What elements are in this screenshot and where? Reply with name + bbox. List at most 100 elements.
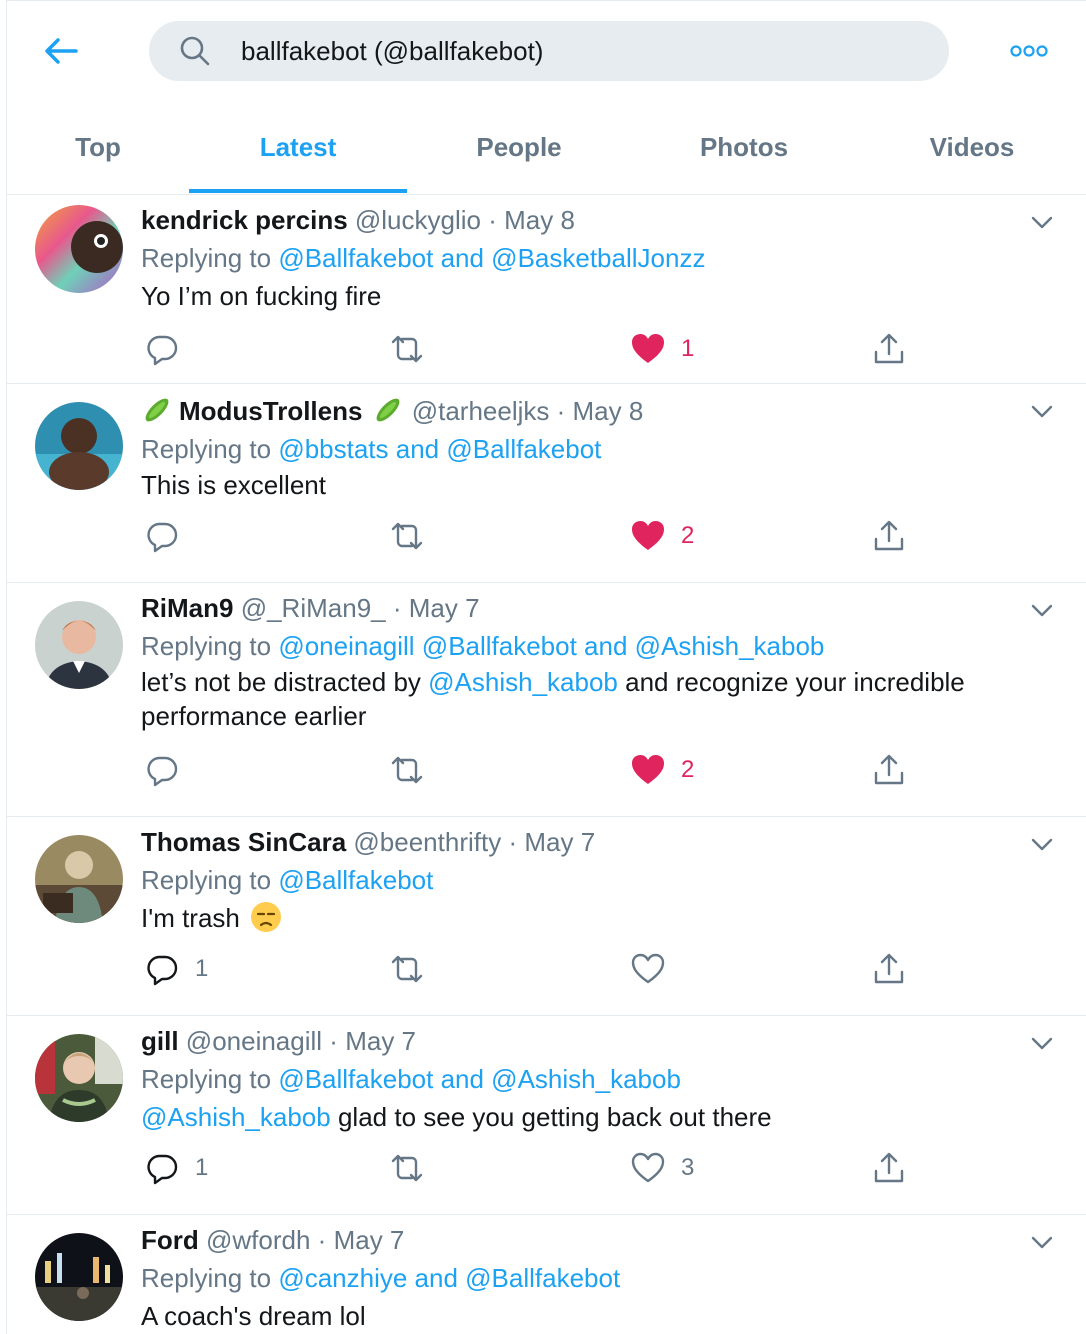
reply-button[interactable]: 1 (145, 949, 208, 989)
tweet-actions: 2 (141, 750, 904, 790)
timestamp[interactable]: May 7 (524, 827, 595, 857)
tweet[interactable]: ModusTrollens @tarheeljks · May 8 Replyi… (7, 384, 1086, 583)
display-name[interactable]: Thomas SinCara (141, 827, 346, 857)
tweet-actions: 1 (141, 949, 904, 989)
handle[interactable]: @oneinagill (186, 1026, 322, 1056)
avatar-image (35, 1034, 123, 1122)
reply-mentions[interactable]: @canzhiye and @Ballfakebot (278, 1263, 620, 1293)
tweet-header: ModusTrollens @tarheeljks · May 8 (141, 392, 1047, 430)
tab-videos[interactable]: Videos (857, 101, 1086, 193)
share-button[interactable] (873, 1148, 905, 1188)
avatar-image (35, 402, 123, 490)
timestamp[interactable]: May 8 (504, 205, 575, 235)
retweet-button[interactable] (389, 516, 425, 556)
tweet-header: gill @oneinagill · May 7 (141, 1022, 1047, 1060)
like-count: 3 (681, 1154, 695, 1181)
tweet-text: let’s not be distracted by @Ashish_kabob… (141, 665, 1047, 733)
reply-context: Replying to @Ballfakebot and @Ashish_kab… (141, 1060, 1047, 1098)
timestamp[interactable]: May 7 (334, 1225, 405, 1255)
display-name[interactable]: ModusTrollens (179, 396, 362, 426)
avatar[interactable] (35, 1233, 123, 1321)
reply-button[interactable] (145, 516, 179, 556)
retweet-button[interactable] (389, 949, 425, 989)
retweet-icon (391, 335, 423, 363)
more-options-button[interactable] (1007, 33, 1051, 69)
reply-icon (147, 955, 178, 986)
chevron-down-icon[interactable] (1027, 1227, 1057, 1257)
tweet[interactable]: Ford @wfordh · May 7 Replying to @canzhi… (7, 1215, 1086, 1334)
header: ballfakebot (@ballfakebot) (7, 1, 1086, 101)
timestamp[interactable]: May 7 (409, 593, 480, 623)
reply-button[interactable] (145, 750, 179, 790)
handle[interactable]: @_RiMan9_ (241, 593, 386, 623)
mention-link[interactable]: @Ashish_kabob (141, 1102, 331, 1132)
like-button[interactable]: 1 (631, 329, 694, 369)
share-button[interactable] (873, 516, 905, 556)
tab-photos[interactable]: Photos (631, 101, 857, 193)
display-name[interactable]: RiMan9 (141, 593, 233, 623)
retweet-button[interactable] (389, 1148, 425, 1188)
reply-mentions[interactable]: @oneinagill @Ballfakebot and @Ashish_kab… (278, 631, 824, 661)
handle[interactable]: @tarheeljks (412, 396, 550, 426)
search-input[interactable]: ballfakebot (@ballfakebot) (241, 36, 543, 67)
avatar[interactable] (35, 1034, 123, 1122)
reply-mentions[interactable]: @bbstats and @Ballfakebot (278, 434, 601, 464)
avatar[interactable] (35, 402, 123, 490)
search-bar[interactable]: ballfakebot (@ballfakebot) (149, 21, 949, 81)
avatar[interactable] (35, 205, 123, 293)
mention-link[interactable]: @Ashish_kabob (428, 667, 618, 697)
chevron-down-icon[interactable] (1027, 207, 1057, 237)
share-button[interactable] (873, 750, 905, 790)
handle[interactable]: @luckyglio (355, 205, 481, 235)
tweet[interactable]: Thomas SinCara @beenthrifty · May 7 Repl… (7, 817, 1086, 1016)
timestamp[interactable]: May 8 (573, 396, 644, 426)
tab-people[interactable]: People (407, 101, 631, 193)
reply-mentions[interactable]: @Ballfakebot and @BasketballJonzz (278, 243, 705, 273)
retweet-button[interactable] (389, 750, 425, 790)
avatar-image (35, 835, 123, 923)
tweet-header: kendrick percins @luckyglio · May 8 (141, 201, 1047, 239)
display-name[interactable]: gill (141, 1026, 179, 1056)
avatar-image (35, 205, 123, 293)
display-name[interactable]: kendrick percins (141, 205, 348, 235)
tab-latest[interactable]: Latest (189, 101, 407, 193)
like-button[interactable]: 3 (631, 1148, 694, 1188)
display-name[interactable]: Ford (141, 1225, 199, 1255)
replying-to-label: Replying to (141, 865, 272, 895)
share-icon (874, 1152, 904, 1183)
tab-top[interactable]: Top (7, 101, 189, 193)
tweet-content: RiMan9 @_RiMan9_ · May 7 Replying to @on… (141, 589, 1047, 733)
like-button[interactable] (631, 949, 665, 989)
search-tabs: Top Latest People Photos Videos (7, 101, 1086, 195)
share-icon (874, 754, 904, 785)
like-count: 1 (681, 335, 695, 362)
timestamp[interactable]: May 7 (345, 1026, 416, 1056)
tweet-text-part: glad to see you getting back out there (337, 1102, 772, 1132)
like-button[interactable]: 2 (631, 750, 694, 790)
chevron-down-icon[interactable] (1027, 1028, 1057, 1058)
reply-button[interactable]: 1 (145, 1148, 208, 1188)
back-button[interactable] (41, 31, 81, 71)
heart-outline-icon (631, 953, 665, 984)
chevron-down-icon[interactable] (1027, 396, 1057, 426)
handle[interactable]: @wfordh (206, 1225, 310, 1255)
avatar[interactable] (35, 601, 123, 689)
share-button[interactable] (873, 949, 905, 989)
like-button[interactable]: 2 (631, 516, 694, 556)
reply-mentions[interactable]: @Ballfakebot and @Ashish_kabob (278, 1064, 681, 1094)
tweet[interactable]: RiMan9 @_RiMan9_ · May 7 Replying to @on… (7, 583, 1086, 817)
chevron-down-icon[interactable] (1027, 595, 1057, 625)
tweet[interactable]: gill @oneinagill · May 7 Replying to @Ba… (7, 1016, 1086, 1215)
avatar[interactable] (35, 835, 123, 923)
share-button[interactable] (873, 329, 905, 369)
reply-button[interactable] (145, 329, 179, 369)
retweet-button[interactable] (389, 329, 425, 369)
reply-mentions[interactable]: @Ballfakebot (278, 865, 433, 895)
tweet[interactable]: kendrick percins @luckyglio · May 8 Repl… (7, 195, 1086, 384)
cucumber-emoji-icon (377, 398, 400, 422)
tweet-text-part: and recognize your incredible (625, 667, 965, 697)
chevron-down-icon[interactable] (1027, 829, 1057, 859)
heart-filled-icon (632, 334, 664, 363)
handle[interactable]: @beenthrifty (353, 827, 501, 857)
tweet-text: This is excellent (141, 470, 326, 500)
